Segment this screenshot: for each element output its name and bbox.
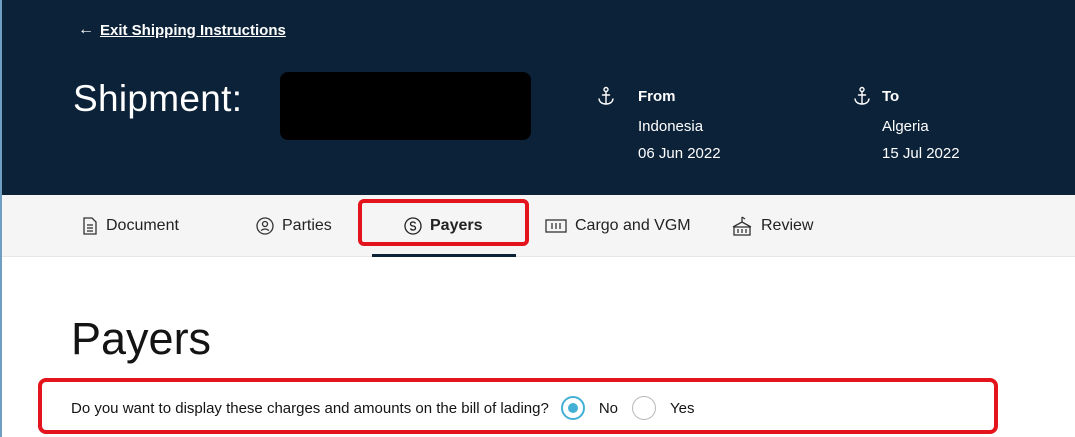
payers-tab-highlight xyxy=(358,199,529,246)
ship-icon xyxy=(732,216,752,236)
radio-yes[interactable] xyxy=(632,396,656,420)
exit-shipping-instructions-link[interactable]: ← Exit Shipping Instructions xyxy=(78,21,286,39)
tab-parties[interactable]: Parties xyxy=(256,195,332,257)
active-tab-underline xyxy=(372,254,516,257)
tab-label: Document xyxy=(106,217,179,234)
tab-document[interactable]: Document xyxy=(82,195,179,257)
person-circle-icon xyxy=(256,217,274,235)
tab-label: Cargo and VGM xyxy=(575,217,691,234)
exit-link-label: Exit Shipping Instructions xyxy=(100,21,286,39)
page-title: Payers xyxy=(71,313,212,364)
tab-label: Review xyxy=(761,217,814,234)
radio-yes-label[interactable]: Yes xyxy=(670,400,694,417)
to-label: To xyxy=(882,88,900,105)
tab-cargo-and-vgm[interactable]: Cargo and VGM xyxy=(545,195,691,257)
question-text: Do you want to display these charges and… xyxy=(71,399,549,417)
radio-no[interactable] xyxy=(560,396,585,420)
anchor-icon xyxy=(598,86,614,105)
document-icon xyxy=(83,217,97,235)
tab-review[interactable]: Review xyxy=(731,195,813,257)
radio-selected-dot xyxy=(567,403,578,413)
bill-of-lading-question: Do you want to display these charges and… xyxy=(71,396,694,420)
step-tabs: Document Parties Payers Cargo and VGM Re… xyxy=(2,195,1075,257)
to-date: 15 Jul 2022 xyxy=(882,145,960,162)
shipment-title: Shipment: xyxy=(73,78,243,119)
radio-no-label[interactable]: No xyxy=(599,400,618,417)
from-date: 06 Jun 2022 xyxy=(638,145,721,162)
arrow-left-icon: ← xyxy=(78,21,94,38)
from-place: Indonesia xyxy=(638,118,704,135)
from-label: From xyxy=(638,88,676,105)
shipment-header: ← Exit Shipping Instructions Shipment: F… xyxy=(2,0,1075,195)
container-icon xyxy=(545,219,567,233)
to-place: Algeria xyxy=(882,118,929,135)
anchor-icon xyxy=(854,86,870,105)
redacted-shipment-number xyxy=(280,72,531,140)
tab-label: Parties xyxy=(282,217,332,234)
